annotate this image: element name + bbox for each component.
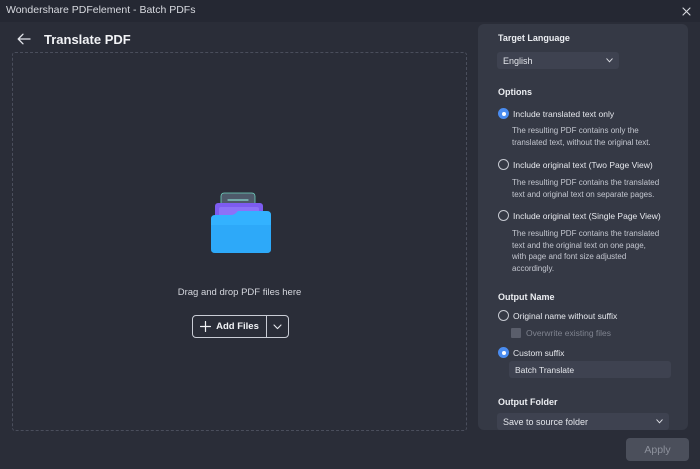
add-files-label: Add Files <box>216 321 259 332</box>
suffix-input[interactable]: Batch Translate <box>509 361 671 378</box>
option-label: Include original text (Two Page View) <box>513 159 653 170</box>
radio-unchecked[interactable] <box>498 210 509 221</box>
output-original-name[interactable]: Original name without suffix <box>498 310 617 321</box>
radio-checked[interactable] <box>498 347 509 358</box>
option-description: The resulting PDF contains the translate… <box>512 177 682 200</box>
title-bar: Wondershare PDFelement - Batch PDFs <box>0 0 700 22</box>
drop-hint: Drag and drop PDF files here <box>177 287 302 298</box>
option-description: The resulting PDF contains the translate… <box>512 228 682 274</box>
output-folder-select[interactable]: Save to source folder <box>497 413 669 430</box>
output-name-title: Output Name <box>498 292 555 302</box>
add-files-control: Add Files <box>192 315 289 338</box>
output-folder-title: Output Folder <box>498 397 558 407</box>
add-files-button[interactable]: Add Files <box>193 316 266 337</box>
output-folder-value: Save to source folder <box>503 416 589 427</box>
option-translated-only[interactable]: Include translated text only <box>498 108 614 119</box>
overwrite-checkbox[interactable] <box>511 328 521 338</box>
target-language-title: Target Language <box>498 33 570 43</box>
chevron-down-icon <box>273 323 282 329</box>
target-language-value: English <box>503 55 533 66</box>
option-label: Custom suffix <box>513 347 565 358</box>
folder-documents-icon <box>211 192 271 253</box>
options-title: Options <box>498 87 532 97</box>
description-line: text and original text on separate pages… <box>512 189 655 199</box>
close-icon <box>681 6 691 16</box>
file-drop-zone[interactable]: Drag and drop PDF files here Add Files <box>12 52 467 431</box>
description-line: text and the original text on one page, <box>512 240 646 250</box>
back-button[interactable] <box>14 29 34 49</box>
add-files-dropdown-button[interactable] <box>267 316 288 337</box>
option-single-page-view[interactable]: Include original text (Single Page View) <box>498 210 661 221</box>
plus-icon <box>200 321 212 332</box>
settings-panel: Target Language English Options Include … <box>478 24 688 430</box>
page-header: Translate PDF <box>14 28 131 50</box>
output-custom-suffix[interactable]: Custom suffix <box>498 347 564 358</box>
description-line: The resulting PDF contains the translate… <box>512 178 660 187</box>
apply-button[interactable]: Apply <box>626 438 689 461</box>
description-line: with page and font size adjusted <box>512 252 627 262</box>
description-line: accordingly. <box>512 263 555 273</box>
description-line: The resulting PDF contains only the <box>512 126 639 135</box>
radio-checked[interactable] <box>498 108 509 119</box>
close-button[interactable] <box>678 3 694 19</box>
overwrite-checkbox-row[interactable]: Overwrite existing files <box>511 328 611 338</box>
option-two-page-view[interactable]: Include original text (Two Page View) <box>498 159 653 170</box>
back-arrow-icon <box>17 33 31 45</box>
option-label: Include original text (Single Page View) <box>513 210 661 221</box>
option-label: Original name without suffix <box>513 310 618 321</box>
chevron-down-icon <box>606 58 613 63</box>
radio-unchecked[interactable] <box>498 159 509 170</box>
page-title: Translate PDF <box>44 31 131 47</box>
target-language-select[interactable]: English <box>497 52 619 69</box>
option-label: Include translated text only <box>513 108 615 119</box>
description-line: The resulting PDF contains the translate… <box>512 229 660 238</box>
radio-unchecked[interactable] <box>498 310 509 321</box>
overwrite-label: Overwrite existing files <box>526 328 612 338</box>
option-description: The resulting PDF contains only the tran… <box>512 125 682 148</box>
window-title: Wondershare PDFelement - Batch PDFs <box>6 4 196 16</box>
description-line: translated text, without the original te… <box>512 137 651 147</box>
chevron-down-icon <box>656 419 663 424</box>
